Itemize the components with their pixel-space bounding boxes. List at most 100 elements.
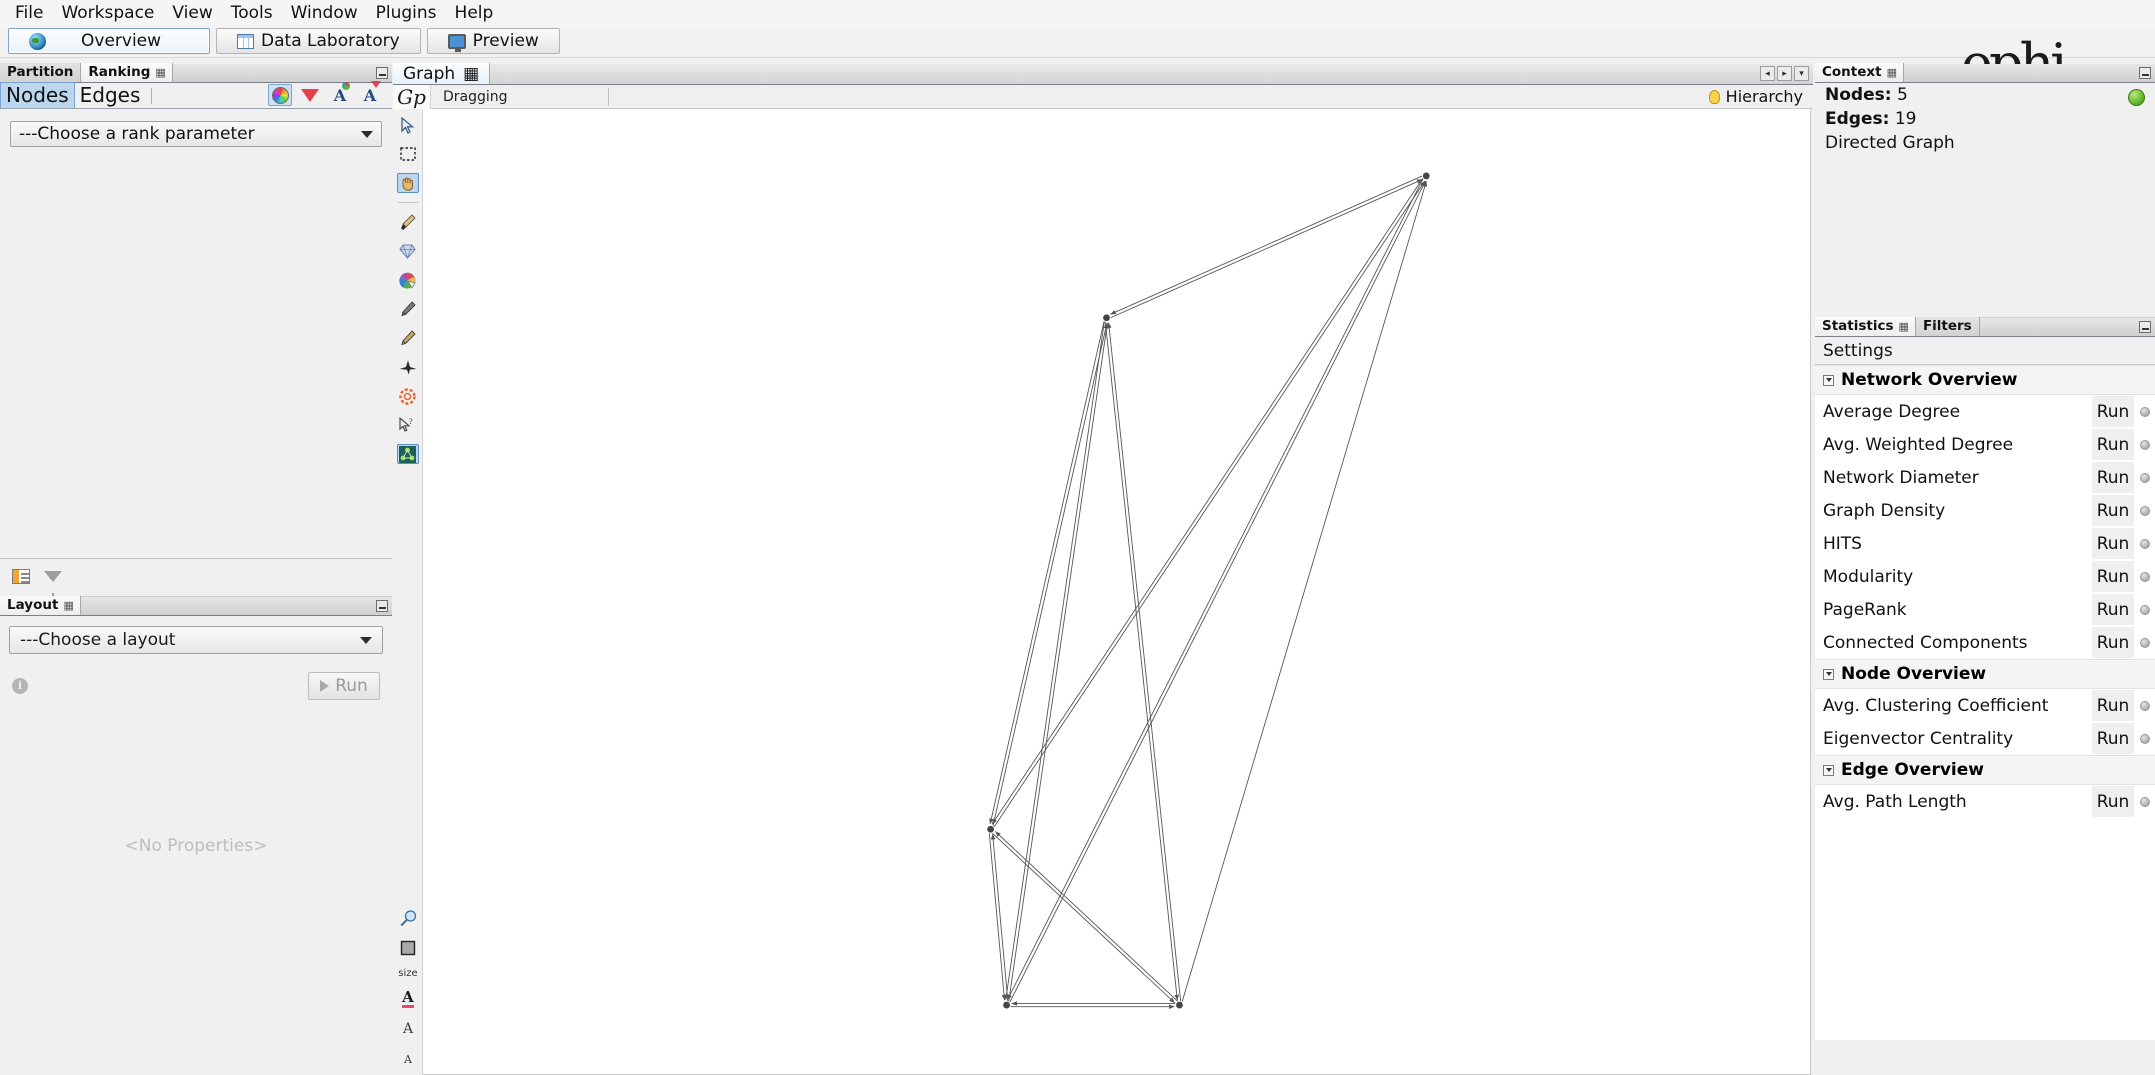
- hierarchy-button[interactable]: Hierarchy: [1708, 87, 1813, 106]
- pencil-edge-icon[interactable]: [397, 328, 419, 348]
- funnel-filter-icon[interactable]: [44, 571, 62, 598]
- tab-ranking[interactable]: Ranking ▦: [81, 63, 173, 82]
- graph-node[interactable]: [987, 825, 994, 833]
- close-icon[interactable]: ▦: [155, 63, 165, 82]
- label-size-icon[interactable]: A: [358, 80, 382, 106]
- minimize-button[interactable]: [376, 67, 388, 79]
- legend-icon[interactable]: [12, 569, 30, 584]
- cursor-query-icon[interactable]: ?: [397, 415, 419, 435]
- menu-item-help[interactable]: Help: [446, 1, 503, 25]
- report-indicator-icon[interactable]: [2134, 406, 2155, 417]
- statistics-group-header[interactable]: Node Overview: [1815, 659, 2155, 689]
- rank-parameter-select[interactable]: ---Choose a rank parameter: [10, 121, 382, 147]
- report-indicator-icon[interactable]: [2134, 538, 2155, 549]
- report-indicator-icon[interactable]: [2134, 733, 2155, 744]
- run-button[interactable]: Run: [2092, 429, 2134, 460]
- graph-node[interactable]: [1103, 314, 1110, 322]
- run-button[interactable]: Run: [2092, 495, 2134, 526]
- collapse-toggle-icon[interactable]: [1823, 668, 1834, 680]
- graph-edge[interactable]: [995, 831, 1178, 1002]
- node-group-icon[interactable]: [396, 444, 419, 464]
- menu-item-file[interactable]: File: [6, 1, 52, 25]
- tab-preview[interactable]: Preview: [426, 28, 560, 54]
- graph-edge[interactable]: [1104, 321, 1180, 1001]
- graph-node[interactable]: [1003, 1001, 1010, 1009]
- report-indicator-icon[interactable]: [2134, 505, 2155, 516]
- diamond-icon[interactable]: [298, 84, 322, 106]
- heat-map-icon[interactable]: [397, 386, 419, 406]
- collapse-toggle-icon[interactable]: [1823, 764, 1834, 776]
- pencil-node-icon[interactable]: [397, 299, 419, 319]
- close-icon[interactable]: ▦: [1887, 63, 1897, 82]
- color-wheel-icon[interactable]: [268, 84, 292, 106]
- run-button[interactable]: Run: [2092, 528, 2134, 559]
- zoom-magnifier-icon[interactable]: [397, 908, 419, 928]
- graph-edge[interactable]: [989, 321, 1105, 825]
- report-indicator-icon[interactable]: [2134, 637, 2155, 648]
- menu-item-plugins[interactable]: Plugins: [367, 1, 446, 25]
- cursor-arrow-icon[interactable]: [397, 115, 419, 135]
- graph-edge[interactable]: [1106, 322, 1182, 1001]
- graph-edge[interactable]: [1004, 321, 1105, 1000]
- minimize-button[interactable]: [2139, 67, 2151, 79]
- label-color-icon[interactable]: A: [328, 81, 352, 106]
- graph-visualization[interactable]: [423, 109, 1810, 1074]
- hand-drag-icon[interactable]: [396, 173, 419, 193]
- report-indicator-icon[interactable]: [2134, 796, 2155, 807]
- graph-canvas[interactable]: [423, 109, 1811, 1075]
- collapse-toggle-icon[interactable]: [1823, 374, 1834, 386]
- nav-next-button[interactable]: ▸: [1777, 66, 1792, 81]
- minimize-button[interactable]: [376, 600, 388, 612]
- tab-graph[interactable]: Graph ▦: [393, 63, 491, 84]
- report-indicator-icon[interactable]: [2134, 604, 2155, 615]
- menu-item-window[interactable]: Window: [282, 1, 367, 25]
- diamond-size-icon[interactable]: [397, 241, 419, 261]
- statistics-group-header[interactable]: Edge Overview: [1815, 755, 2155, 785]
- report-indicator-icon[interactable]: [2134, 472, 2155, 483]
- run-button[interactable]: Run: [2092, 594, 2134, 625]
- run-button[interactable]: Run: [2092, 690, 2134, 721]
- tab-filters[interactable]: Filters: [1915, 317, 1980, 336]
- run-button[interactable]: Run: [2092, 396, 2134, 427]
- report-indicator-icon[interactable]: [2134, 571, 2155, 582]
- graph-edge[interactable]: [1007, 178, 1424, 1001]
- menu-item-tools[interactable]: Tools: [222, 1, 282, 25]
- close-icon[interactable]: ▦: [463, 64, 479, 84]
- close-icon[interactable]: ▦: [63, 596, 73, 615]
- graph-edge[interactable]: [993, 180, 1426, 828]
- graph-edge[interactable]: [1110, 175, 1423, 315]
- rectangle-selection-icon[interactable]: [397, 144, 419, 164]
- tab-partition[interactable]: Partition: [0, 63, 82, 82]
- tab-statistics[interactable]: Statistics ▦: [1815, 317, 1916, 336]
- run-button[interactable]: Run: [2092, 627, 2134, 658]
- run-button[interactable]: Run: [2092, 786, 2134, 817]
- graph-edge[interactable]: [1181, 181, 1428, 1002]
- graph-edge[interactable]: [992, 832, 1176, 1004]
- tab-layout[interactable]: Layout ▦: [0, 596, 81, 615]
- run-button[interactable]: Run: [2092, 723, 2134, 754]
- report-indicator-icon[interactable]: [2134, 439, 2155, 450]
- brush-paint-icon[interactable]: [397, 212, 419, 232]
- graph-node[interactable]: [1422, 172, 1430, 180]
- graph-edge[interactable]: [988, 833, 1007, 1001]
- graph-edge[interactable]: [990, 834, 1009, 1001]
- graph-edge[interactable]: [992, 322, 1109, 826]
- tab-overview[interactable]: Overview: [8, 28, 211, 54]
- tab-edges[interactable]: Edges: [75, 83, 146, 108]
- tab-data-laboratory[interactable]: Data Laboratory: [216, 28, 421, 54]
- menu-item-view[interactable]: View: [163, 1, 221, 25]
- tab-context[interactable]: Context ▦: [1815, 63, 1904, 82]
- color-palette-icon[interactable]: [397, 270, 419, 290]
- close-icon[interactable]: ▦: [1899, 317, 1909, 336]
- label-font-A-icon[interactable]: A: [397, 1019, 419, 1039]
- statistics-group-header[interactable]: Network Overview: [1815, 365, 2155, 395]
- graph-node[interactable]: [1176, 1001, 1183, 1009]
- nav-list-button[interactable]: ▾: [1794, 66, 1809, 81]
- label-small-A-icon[interactable]: A: [397, 1049, 419, 1069]
- run-button[interactable]: Run: [2092, 462, 2134, 493]
- nav-prev-button[interactable]: ◂: [1760, 66, 1775, 81]
- menu-item-workspace[interactable]: Workspace: [52, 1, 163, 25]
- shortest-path-icon[interactable]: [397, 357, 419, 377]
- node-size-square-icon[interactable]: [397, 938, 419, 958]
- report-indicator-icon[interactable]: [2134, 700, 2155, 711]
